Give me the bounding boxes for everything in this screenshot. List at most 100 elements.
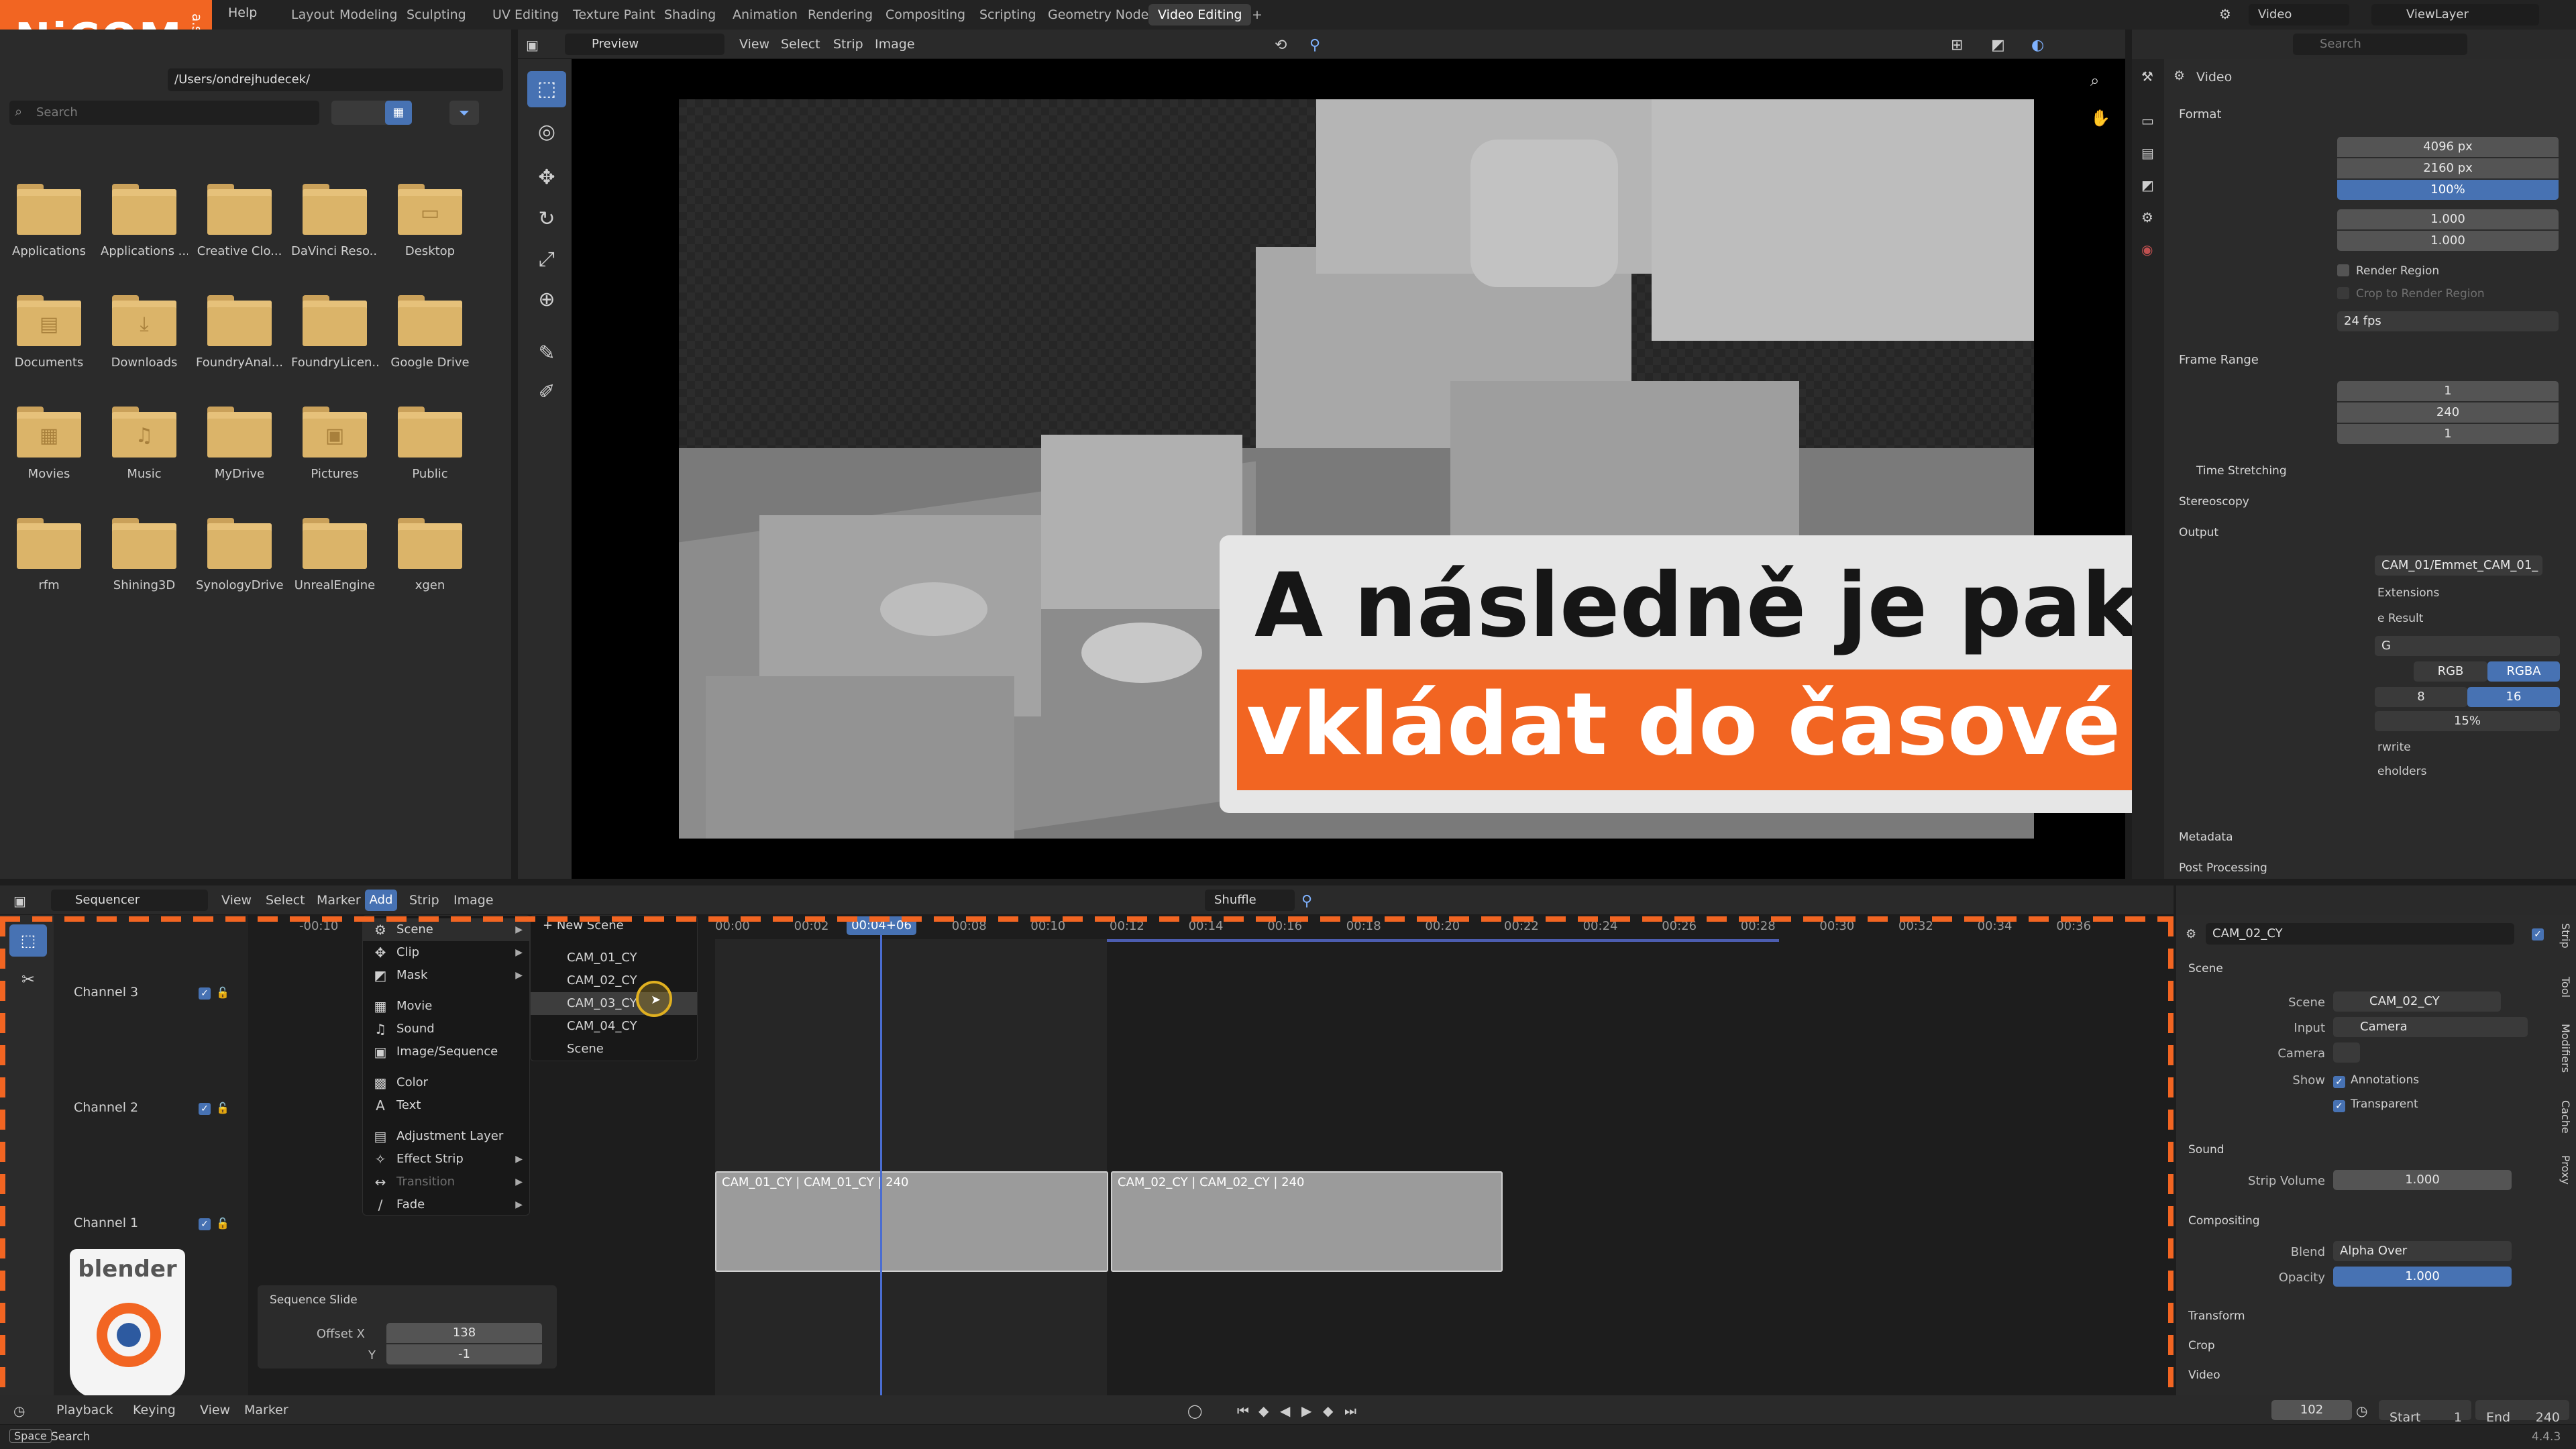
annotations-checkbox[interactable]: ✓ xyxy=(2333,1073,2345,1088)
folder-item[interactable]: xgen xyxy=(386,518,474,619)
thumbnail-view-icon[interactable]: ▦ xyxy=(385,101,412,125)
strip-enabled-checkbox[interactable]: ✓ xyxy=(2532,926,2544,941)
scene-submenu-item[interactable]: CAM_02_CY xyxy=(531,969,697,992)
pivot-icon[interactable]: ⟲ xyxy=(1275,37,1287,54)
strip-name-field[interactable]: CAM_02_CY xyxy=(2206,923,2514,945)
preview-menu-select[interactable]: Select xyxy=(781,37,820,52)
seq-snap-icon[interactable]: ⚲ xyxy=(1301,893,1312,910)
resolution-y-field[interactable]: 2160 px xyxy=(2337,158,2559,178)
add-menu-item-clip[interactable]: ✥ Clip ▶ xyxy=(363,941,529,964)
seq-select-tool-icon[interactable]: ⬚ xyxy=(9,924,47,957)
play-reverse-icon[interactable]: ◀ xyxy=(1280,1403,1290,1419)
annotate-tool-icon[interactable]: ✐ xyxy=(527,374,566,411)
workspace-tab[interactable]: Compositing xyxy=(876,4,975,25)
add-menu-item-sound[interactable]: ♫ Sound xyxy=(363,1018,529,1040)
path-field[interactable]: /Users/ondrejhudecek/ xyxy=(168,68,503,91)
workspace-tab[interactable]: Modeling xyxy=(330,4,407,25)
scene-submenu-item[interactable]: CAM_01_CY xyxy=(531,947,697,969)
seq-menu-strip[interactable]: Strip xyxy=(409,893,439,908)
folder-item[interactable]: FoundryAnal... xyxy=(196,295,283,396)
frame-range-section[interactable]: Frame Range xyxy=(2179,353,2259,367)
help-menu[interactable]: Help xyxy=(228,5,257,20)
strip-sound-section[interactable]: Sound xyxy=(2188,1143,2224,1157)
depth-8-button[interactable]: 8 xyxy=(2375,687,2467,707)
gizmo-icon[interactable]: ⊞ xyxy=(1951,37,1963,54)
folder-item[interactable]: Creative Clo... xyxy=(196,184,283,284)
snap-icon[interactable]: ⚲ xyxy=(1309,37,1320,54)
frame-rate-select[interactable]: 24 fps xyxy=(2337,311,2559,331)
seq-menu-view[interactable]: View xyxy=(221,893,252,908)
next-key-icon[interactable]: ◆ xyxy=(1323,1403,1333,1419)
select-tool-icon[interactable]: ⬚ xyxy=(527,71,566,107)
folder-item[interactable]: SynologyDrive xyxy=(196,518,283,619)
transform-tool-icon[interactable]: ⊕ xyxy=(527,282,566,318)
workspace-tab[interactable]: Sculpting xyxy=(397,4,476,25)
preview-range-icon[interactable]: ◷ xyxy=(2356,1403,2367,1419)
timeline-menu-playback[interactable]: Playback xyxy=(56,1403,113,1417)
timeline-menu-keying[interactable]: Keying xyxy=(133,1403,176,1417)
folder-item[interactable]: DaVinci Reso... xyxy=(291,184,378,284)
aspect-y-field[interactable]: 1.000 xyxy=(2337,231,2559,251)
display-channels-icon[interactable]: ◐ xyxy=(2031,37,2044,54)
folder-item[interactable]: Google Drive xyxy=(386,295,474,396)
scale-tool-icon[interactable]: ⤢ xyxy=(527,241,566,278)
seq-menu-image[interactable]: Image xyxy=(453,893,494,908)
metadata-section[interactable]: Metadata xyxy=(2179,830,2233,844)
folder-item[interactable]: MyDrive xyxy=(196,407,283,507)
resolution-x-field[interactable]: 4096 px xyxy=(2337,137,2559,157)
color-rgb-button[interactable]: RGB xyxy=(2414,661,2487,682)
add-menu-item-transition[interactable]: ↔ Transition ▶ xyxy=(363,1171,529,1193)
transparent-checkbox[interactable]: ✓ xyxy=(2333,1097,2345,1112)
snap-mode-select[interactable]: Shuffle xyxy=(1205,890,1295,911)
strip-crop-section[interactable]: Crop xyxy=(2188,1339,2215,1352)
strip-blend-select[interactable]: Alpha Over xyxy=(2333,1241,2512,1261)
seq-menu-marker[interactable]: Marker xyxy=(317,893,361,908)
workspace-tab[interactable]: Texture Paint xyxy=(564,4,665,25)
output-section[interactable]: Output xyxy=(2179,526,2218,539)
strip-input-select[interactable]: Camera xyxy=(2333,1017,2528,1037)
folder-item[interactable]: ▦ Movies xyxy=(5,407,93,507)
sidebar-tab-proxy[interactable]: Proxy xyxy=(2552,1155,2572,1185)
scene-selector[interactable]: Video xyxy=(2249,4,2349,25)
zoom-icon[interactable]: ⌕ xyxy=(2090,71,2099,90)
pan-hand-icon[interactable]: ✋ xyxy=(2090,109,2110,127)
overlay-icon[interactable]: ◩ xyxy=(1991,37,2005,54)
cursor-tool-icon[interactable]: ◎ xyxy=(527,114,566,150)
scene-submenu-item[interactable]: CAM_04_CY xyxy=(531,1015,697,1038)
add-menu-item-mask[interactable]: ◩ Mask ▶ xyxy=(363,964,529,987)
jump-end-icon[interactable]: ⏭ xyxy=(1344,1403,1356,1419)
folder-item[interactable]: Applications xyxy=(5,184,93,284)
preview-menu-image[interactable]: Image xyxy=(875,37,915,52)
strip-video-section[interactable]: Video xyxy=(2188,1368,2220,1382)
move-tool-icon[interactable]: ✥ xyxy=(527,160,566,196)
timeline-editor-icon[interactable]: ◷ xyxy=(13,1403,25,1419)
sidebar-tab-tool[interactable]: Tool xyxy=(2552,977,2572,998)
channel-2-mute[interactable]: ✓ xyxy=(199,1100,211,1115)
strip-opacity-field[interactable]: 1.000 xyxy=(2333,1267,2512,1287)
folder-item[interactable]: ▣ Pictures xyxy=(291,407,378,507)
folder-item[interactable]: ♫ Music xyxy=(101,407,188,507)
strip-cam-01[interactable]: CAM_01_CY | CAM_01_CY | 240 xyxy=(715,1171,1108,1272)
channel-1-mute[interactable]: ✓ xyxy=(199,1216,211,1230)
sequencer-editor-icon[interactable]: ▣ xyxy=(13,893,26,909)
play-icon[interactable]: ▶ xyxy=(1301,1403,1311,1419)
strip-scene-section[interactable]: Scene xyxy=(2188,962,2223,975)
post-processing-section[interactable]: Post Processing xyxy=(2179,861,2267,875)
seq-menu-select[interactable]: Select xyxy=(266,893,305,908)
scene-submenu-item[interactable]: CAM_03_CY xyxy=(531,992,697,1015)
sidebar-tab-strip[interactable]: Strip xyxy=(2552,923,2572,949)
file-search-input[interactable]: Search xyxy=(9,101,319,125)
file-format-select[interactable]: G xyxy=(2375,636,2560,656)
frame-end-field[interactable]: 240 xyxy=(2337,402,2559,423)
preview-menu-strip[interactable]: Strip xyxy=(833,37,863,52)
prev-key-icon[interactable]: ◆ xyxy=(1258,1403,1269,1419)
folder-item[interactable]: Applications ... xyxy=(101,184,188,284)
folder-item[interactable]: FoundryLicen... xyxy=(291,295,378,396)
compression-field[interactable]: 15% xyxy=(2375,711,2560,731)
add-menu-item-scene[interactable]: ⚙ Scene ▶ xyxy=(363,918,529,941)
strip-volume-field[interactable]: 1.000 xyxy=(2333,1170,2512,1190)
strip-transform-section[interactable]: Transform xyxy=(2188,1309,2245,1323)
workspace-tab[interactable]: Geometry Nodes xyxy=(1038,4,1165,25)
jump-start-icon[interactable]: ⏮ xyxy=(1237,1403,1249,1419)
folder-item[interactable]: ▤ Documents xyxy=(5,295,93,396)
